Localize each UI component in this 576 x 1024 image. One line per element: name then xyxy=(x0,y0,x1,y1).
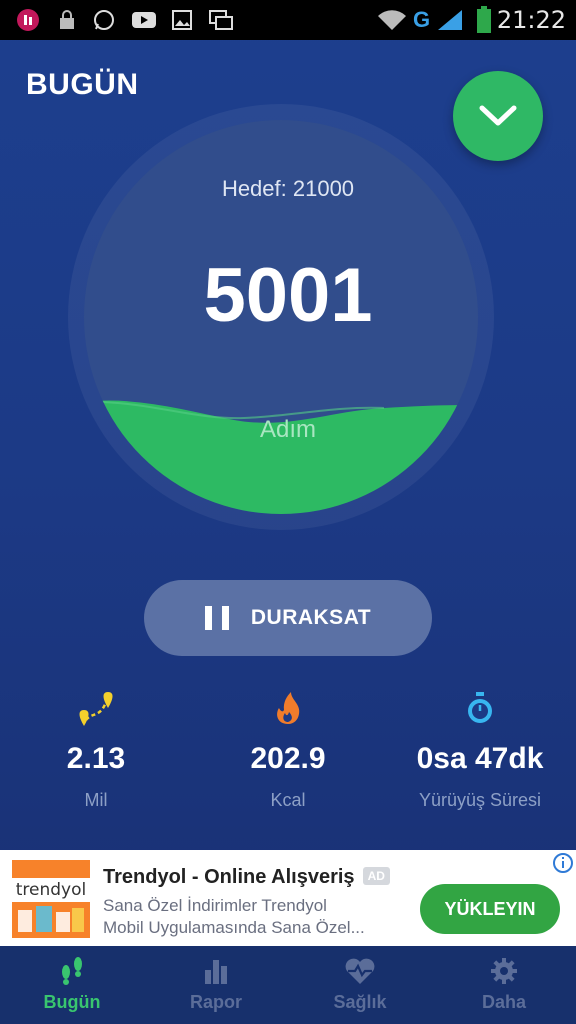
signal-icon xyxy=(436,8,464,32)
network-type: G xyxy=(413,7,431,32)
install-button[interactable]: YÜKLEYIN xyxy=(420,884,560,934)
calories-value: 202.9 xyxy=(250,742,326,775)
pause-button[interactable]: DURAKSAT xyxy=(144,580,432,656)
nav-item-report[interactable]: Rapor xyxy=(144,946,288,1024)
clock: 21:22 xyxy=(496,6,566,34)
ad-brand-logo: trendyol xyxy=(12,860,90,938)
youtube-icon xyxy=(131,8,157,32)
pause-button-label: DURAKSAT xyxy=(250,606,372,629)
pause-icon xyxy=(204,606,229,630)
stat-calories: 202.9 Kcal xyxy=(192,688,384,811)
stat-duration: 0sa 47dk Yürüyüş Süresi xyxy=(384,688,576,811)
distance-label: Mil xyxy=(84,790,108,810)
nav-label-more: Daha xyxy=(481,992,526,1012)
stat-distance: 2.13 Mil xyxy=(0,688,192,811)
gear-icon xyxy=(490,956,518,986)
screens-icon xyxy=(208,8,234,32)
nav-item-more[interactable]: Daha xyxy=(432,946,576,1024)
nav-item-today[interactable]: Bugün xyxy=(0,946,144,1024)
ad-title: Trendyol - Online Alışveriş AD xyxy=(103,866,390,889)
nav-label-today: Bugün xyxy=(43,992,101,1012)
calories-label: Kcal xyxy=(270,790,306,810)
wifi-icon xyxy=(376,8,408,32)
flame-icon xyxy=(192,688,384,728)
whatsapp-icon xyxy=(92,8,116,32)
duration-label: Yürüyüş Süresi xyxy=(418,790,542,810)
distance-value: 2.13 xyxy=(66,742,126,775)
ad-description-line-1: Sana Özel İndirimler Trendyol xyxy=(103,896,327,915)
heart-pulse-icon xyxy=(344,956,376,986)
nav-label-health: Sağlık xyxy=(333,992,387,1012)
step-unit-label: Adım xyxy=(259,416,316,443)
status-bar: G 21:22 xyxy=(0,0,576,40)
bar-chart-icon xyxy=(203,956,229,986)
ad-brand-text: trendyol xyxy=(12,878,90,902)
battery-icon xyxy=(476,6,492,33)
bottom-nav: Bugün Rapor Sağlık Daha xyxy=(0,946,576,1024)
stopwatch-icon xyxy=(384,688,576,728)
ad-info-icon[interactable] xyxy=(552,852,574,874)
app-notification-icon xyxy=(16,8,40,32)
nav-label-report: Rapor xyxy=(189,992,242,1012)
nav-item-health[interactable]: Sağlık xyxy=(288,946,432,1024)
chevron-down-icon xyxy=(479,105,517,126)
page-title: BUGÜN xyxy=(26,68,139,101)
lock-icon xyxy=(58,8,76,32)
goal-label: Hedef: 21000 xyxy=(221,176,355,201)
map-route-icon xyxy=(0,688,192,728)
step-count: 5001 xyxy=(203,253,373,338)
ad-banner[interactable]: trendyol Trendyol - Online Alışveriş AD S… xyxy=(0,850,576,946)
ad-badge: AD xyxy=(362,867,390,885)
footsteps-icon xyxy=(58,956,86,986)
image-icon xyxy=(172,8,192,32)
ad-description-line-2: Mobil Uygulamasında Sana Özel... xyxy=(103,918,365,937)
duration-value: 0sa 47dk xyxy=(416,742,544,775)
